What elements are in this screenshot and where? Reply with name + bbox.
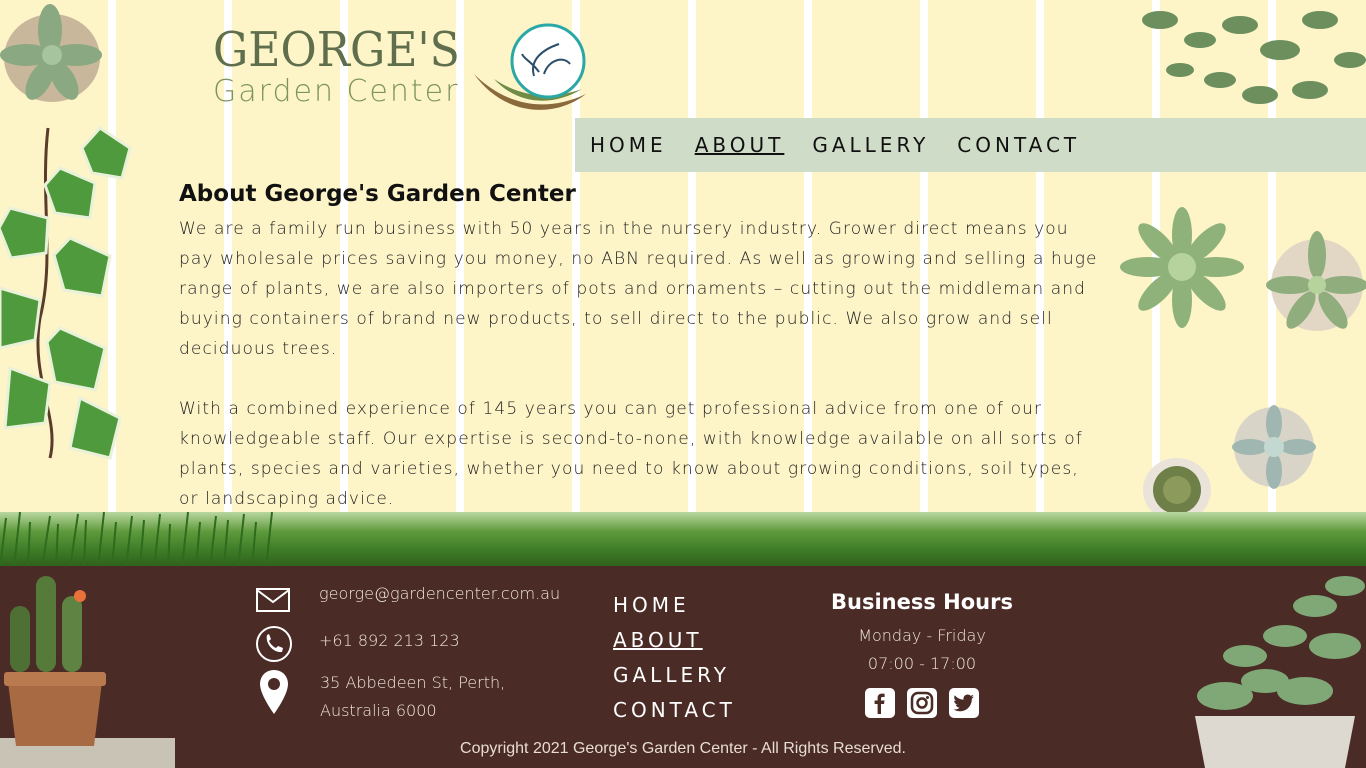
about-heading: About George's Garden Center (179, 181, 576, 207)
envelope-icon (256, 588, 290, 612)
footer-email-row: george@gardencenter.com.au (255, 584, 560, 615)
business-hours: Business Hours Monday - Friday 07:00 - 1… (830, 590, 1014, 718)
footer-nav-gallery[interactable]: GALLERY (613, 658, 736, 693)
phone-icon (256, 626, 292, 662)
site-logo[interactable]: GEORGE'S Garden Center (213, 22, 481, 110)
grass-divider-image (0, 512, 1366, 568)
location-pin-icon (260, 670, 288, 714)
logo-title: GEORGE'S (213, 22, 460, 78)
copyright-text: Copyright 2021 George's Garden Center - … (460, 740, 906, 757)
about-section: About George's Garden Center We are a fa… (179, 178, 1099, 514)
social-links (830, 688, 1014, 718)
succulent-right-3-image (1232, 405, 1316, 489)
succulent-footer-right-image (1195, 576, 1365, 768)
nav-link-about[interactable]: ABOUT (695, 133, 785, 157)
nav-link-contact[interactable]: CONTACT (957, 133, 1080, 157)
ivy-plant-left-image (0, 126, 132, 460)
footer-address-row: 35 Abbedeen St, Perth, Australia 6000 (259, 669, 505, 725)
footer-nav-home[interactable]: HOME (613, 588, 736, 623)
cactus-pot-footer-image (0, 576, 175, 768)
footer-address-line1: 35 Abbedeen St, Perth, (320, 673, 506, 692)
about-paragraph-1: We are a family run business with 50 yea… (179, 219, 1098, 359)
hanging-plant-top-right-image (1142, 11, 1366, 104)
footer-nav-about[interactable]: ABOUT (613, 623, 736, 658)
business-hours-title: Business Hours (831, 590, 1013, 614)
about-paragraph-2: With a combined experience of 145 years … (179, 399, 1083, 509)
twitter-icon[interactable] (949, 688, 979, 718)
footer-phone-row: +61 892 213 123 (255, 625, 460, 663)
footer-nav-contact[interactable]: CONTACT (613, 693, 736, 728)
business-hours-days: Monday - Friday (858, 626, 986, 645)
succulent-pot-top-left-image (0, 4, 102, 102)
site-footer: george@gardencenter.com.au +61 892 213 1… (0, 566, 1366, 768)
nav-link-home[interactable]: HOME (590, 133, 667, 157)
grass-blades-image (0, 512, 273, 568)
logo-subtitle: Garden Center (213, 74, 460, 109)
leaf-logo-icon (474, 23, 586, 110)
footer-phone: +61 892 213 123 (319, 631, 460, 650)
succulent-right-1-image (1120, 207, 1244, 328)
main-navigation: HOME ABOUT GALLERY CONTACT (575, 118, 1366, 172)
facebook-icon[interactable] (865, 688, 895, 718)
succulent-right-2-image (1266, 231, 1366, 331)
business-hours-time: 07:00 - 17:00 (867, 654, 977, 673)
footer-email-link[interactable]: george@gardencenter.com.au (319, 580, 560, 608)
footer-navigation: HOME ABOUT GALLERY CONTACT (613, 588, 736, 728)
footer-address-line2: Australia 6000 (320, 701, 437, 720)
instagram-icon[interactable] (907, 688, 937, 718)
nav-link-gallery[interactable]: GALLERY (812, 133, 929, 157)
